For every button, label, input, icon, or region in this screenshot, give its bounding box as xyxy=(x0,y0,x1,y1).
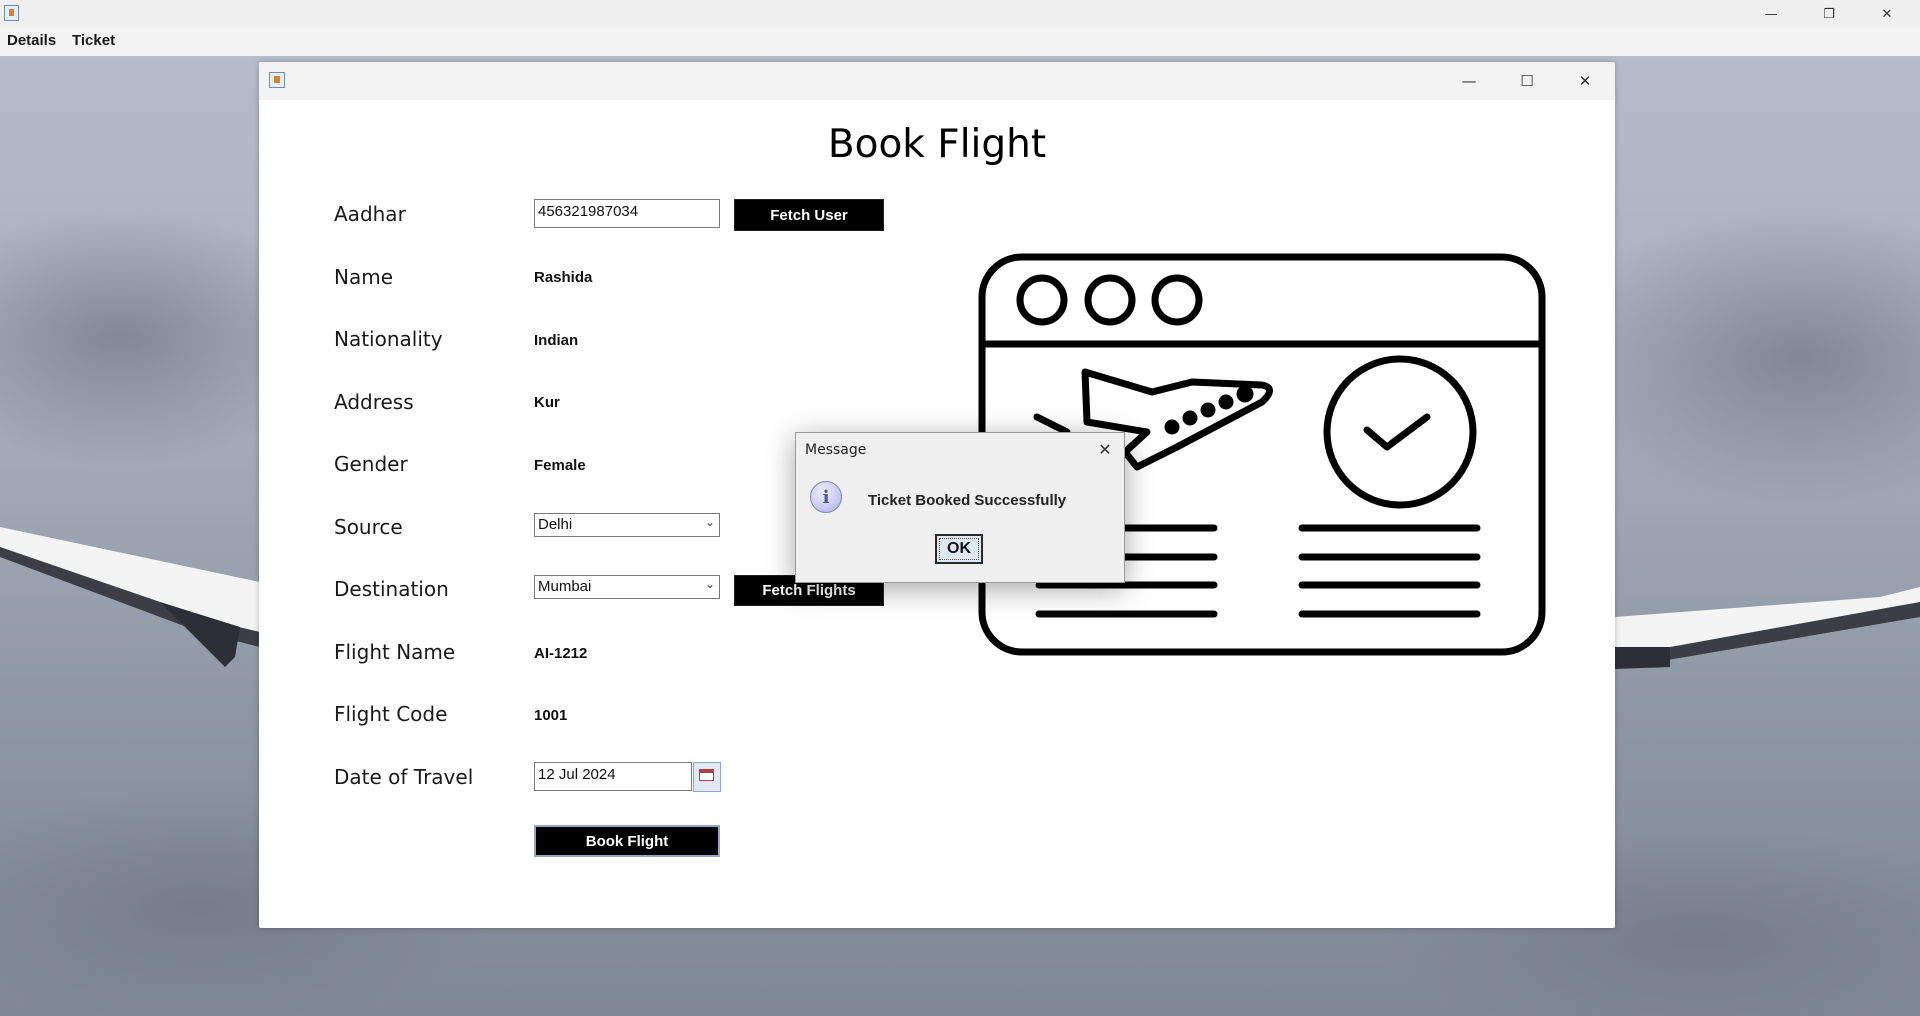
gender-label: Gender xyxy=(334,452,408,476)
aadhar-label: Aadhar xyxy=(334,202,406,226)
java-app-icon xyxy=(269,72,285,88)
book-flight-button[interactable]: Book Flight xyxy=(534,825,720,857)
nationality-label: Nationality xyxy=(334,327,443,351)
date-of-travel-input[interactable]: 12 Jul 2024 xyxy=(534,762,692,791)
chevron-down-icon: ⌄ xyxy=(704,577,715,591)
chevron-down-icon: ⌄ xyxy=(704,515,715,529)
nationality-value: Indian xyxy=(534,332,579,349)
fetch-user-button[interactable]: Fetch User xyxy=(734,199,884,231)
source-label: Source xyxy=(334,515,403,539)
main-window-titlebar: — ❐ ✕ xyxy=(0,0,1920,28)
flight-name-value: AI-1212 xyxy=(534,645,588,662)
menu-ticket[interactable]: Ticket xyxy=(72,32,115,49)
aadhar-input[interactable]: 456321987034 xyxy=(534,199,720,228)
address-value: Kur xyxy=(534,394,560,411)
close-icon[interactable]: ✕ xyxy=(1556,62,1614,100)
flight-code-value: 1001 xyxy=(534,707,568,724)
source-selected: Delhi xyxy=(538,516,573,533)
date-of-travel-label: Date of Travel xyxy=(334,765,474,789)
java-app-icon xyxy=(4,5,19,21)
name-label: Name xyxy=(334,265,394,289)
dialog-message: Ticket Booked Successfully xyxy=(868,492,1067,509)
source-dropdown[interactable]: Delhi ⌄ xyxy=(534,513,720,537)
address-label: Address xyxy=(334,390,414,414)
gender-value: Female xyxy=(534,457,586,474)
restore-icon[interactable]: ❐ xyxy=(1800,0,1858,28)
flight-code-label: Flight Code xyxy=(334,702,448,726)
minimize-icon[interactable]: — xyxy=(1440,62,1498,100)
calendar-icon xyxy=(699,769,714,781)
destination-label: Destination xyxy=(334,577,449,601)
frame-titlebar: — ☐ ✕ xyxy=(259,62,1615,100)
page-title: Book Flight xyxy=(827,122,1047,167)
close-icon[interactable]: ✕ xyxy=(1094,438,1116,460)
info-icon: i xyxy=(810,481,842,513)
ok-button[interactable]: OK xyxy=(935,534,983,564)
destination-dropdown[interactable]: Mumbai ⌄ xyxy=(534,575,720,599)
dialog-title: Message xyxy=(805,442,867,458)
name-value: Rashida xyxy=(534,269,593,286)
minimize-icon[interactable]: — xyxy=(1742,0,1800,28)
menubar: Details Ticket xyxy=(0,28,1920,56)
calendar-button[interactable] xyxy=(693,762,721,792)
maximize-icon[interactable]: ☐ xyxy=(1498,62,1556,100)
flight-name-label: Flight Name xyxy=(334,640,456,664)
message-dialog: Message ✕ i Ticket Booked Successfully O… xyxy=(795,432,1125,583)
destination-selected: Mumbai xyxy=(538,578,592,595)
menu-details[interactable]: Details xyxy=(7,32,56,49)
close-icon[interactable]: ✕ xyxy=(1858,0,1916,28)
